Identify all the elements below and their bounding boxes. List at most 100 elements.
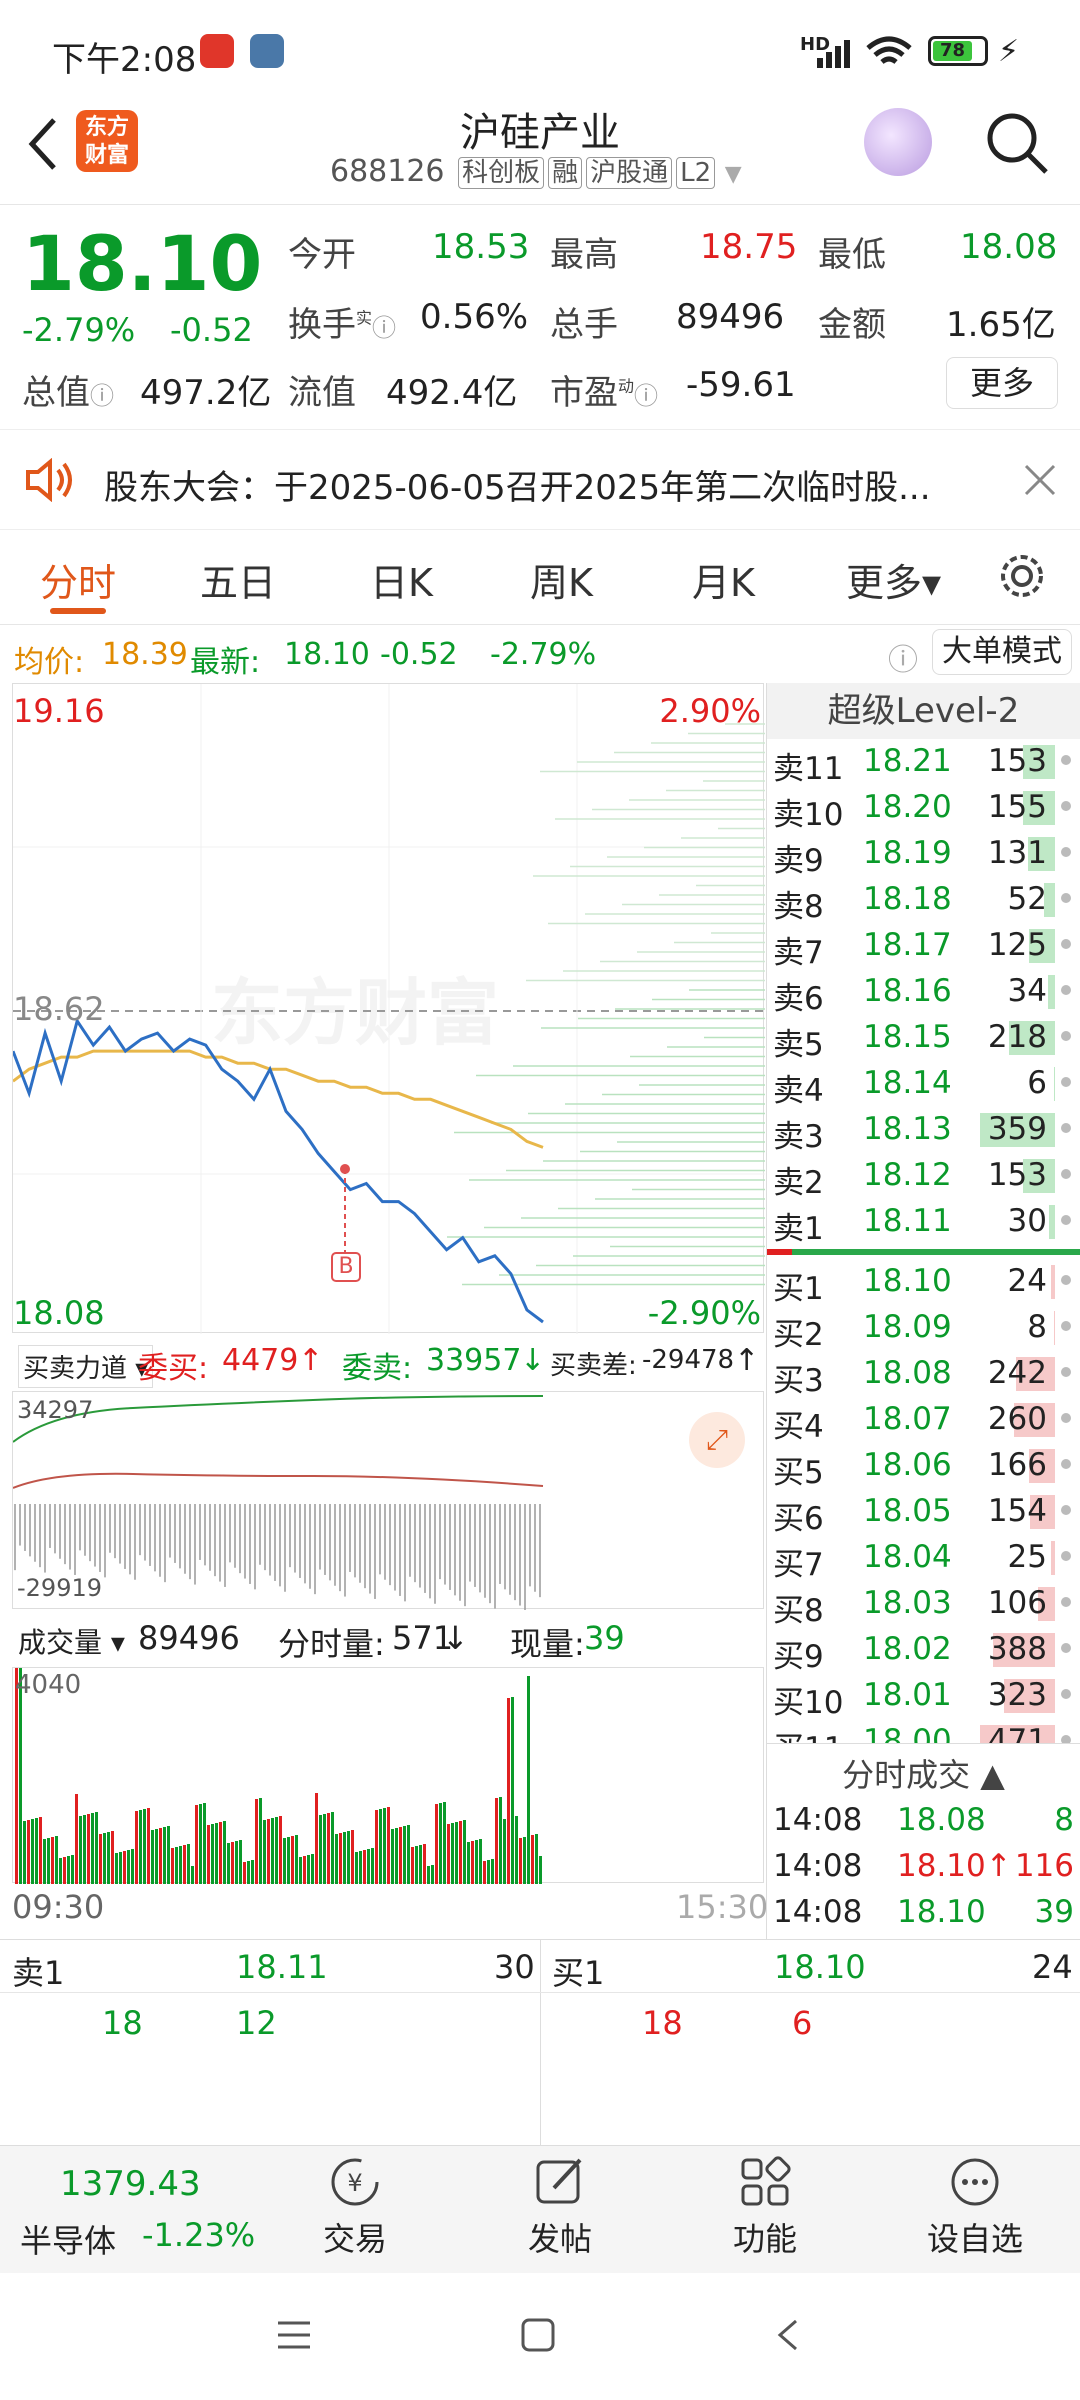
expand-icon[interactable]: ⤢ (689, 1412, 745, 1468)
ask-level-qty: 125 (987, 927, 1047, 963)
bid-level-row[interactable]: 买7 18.04 25 (767, 1535, 1077, 1583)
trade-ticks-title[interactable]: 分时成交 ▲ (767, 1744, 1080, 1796)
ask-level-row[interactable]: 卖7 18.17 125 (767, 923, 1077, 971)
bid-level-row[interactable]: 买5 18.06 166 (767, 1443, 1077, 1491)
volume-bar (23, 1821, 26, 1884)
bid-level-row[interactable]: 买11 18.00 471 (767, 1719, 1077, 1743)
bid-level-row[interactable]: 买9 18.02 388 (767, 1627, 1077, 1675)
volume-bar (375, 1810, 378, 1884)
ask-level-label: 卖3 (773, 1119, 824, 1155)
change-pct: -2.79% (22, 311, 136, 349)
ask-level-row[interactable]: 卖3 18.13 359 (767, 1107, 1077, 1155)
volume-chart[interactable]: 4040 (12, 1649, 764, 1884)
notice-bar[interactable]: 股东大会：于2025-06-05召开2025年第二次临时股... (0, 430, 1080, 530)
trade-row: 14:08 18.08 8 (767, 1796, 1080, 1842)
volume-bar (83, 1815, 86, 1884)
buy-marker-badge[interactable]: B (331, 1252, 361, 1282)
ask-level-row[interactable]: 卖8 18.18 52 (767, 877, 1077, 925)
settings-gear-icon[interactable] (996, 550, 1048, 602)
bid-level-row[interactable]: 买6 18.05 154 (767, 1489, 1077, 1537)
volume-bar (171, 1848, 174, 1884)
price-line-chart (13, 684, 765, 1334)
more-button[interactable]: 更多 (946, 357, 1058, 409)
bid-depth-bar (1051, 1265, 1055, 1299)
volume-bar (331, 1812, 334, 1884)
trade-button[interactable]: ¥ 交易 (300, 2154, 410, 2260)
volume-label: 总手 (550, 305, 618, 345)
back-nav-icon[interactable] (772, 2317, 802, 2353)
bid-level-label: 买2 (773, 1317, 824, 1353)
volume-bar (487, 1860, 490, 1884)
volume-bar (431, 1865, 434, 1884)
dropdown-icon[interactable]: ▼ (725, 162, 742, 187)
bid-level-row[interactable]: 买3 18.08 242 (767, 1351, 1077, 1399)
ask-volume-line (12, 1472, 544, 1489)
speaker-icon (26, 458, 72, 502)
level-dot-icon (1061, 1459, 1071, 1469)
volume-dropdown[interactable]: 成交量 ▾ (18, 1621, 125, 1661)
bid-level-price: 18.07 (863, 1401, 952, 1437)
bid-level-label: 买1 (773, 1271, 824, 1307)
volume-bar (191, 1866, 194, 1884)
bid-level-qty: 260 (987, 1401, 1047, 1437)
help-icon[interactable]: ⓘ (888, 635, 918, 679)
queue-sell-qty: 30 (494, 1948, 535, 1986)
volume-bar (363, 1850, 366, 1884)
volume-bar (207, 1825, 210, 1884)
avatar[interactable] (864, 108, 932, 176)
top-nav: 东方 财富 沪硅产业 688126 科创板融沪股通 L2 ▼ (0, 100, 1080, 205)
ask-level-price: 18.17 (863, 927, 952, 963)
volume-bar (139, 1810, 142, 1884)
battery-icon: 78 (928, 36, 988, 66)
home-icon[interactable] (520, 2317, 556, 2353)
low-value: 18.08 (960, 227, 1058, 267)
volume-bar (511, 1697, 514, 1884)
ask-level-row[interactable]: 卖5 18.15 218 (767, 1015, 1077, 1063)
flow-chart[interactable]: 34297 -29919 ⤢ (12, 1391, 764, 1611)
ask-level-row[interactable]: 卖10 18.20 155 (767, 785, 1077, 833)
big-order-mode-button[interactable]: 大单模式 (932, 629, 1072, 675)
ask-level-price: 18.16 (863, 973, 952, 1009)
ask-level-row[interactable]: 卖1 18.11 30 (767, 1199, 1077, 1247)
stock-code: 688126 (330, 154, 445, 189)
search-icon[interactable] (982, 108, 1052, 178)
flow-dropdown[interactable]: 买卖力道 ▾ (18, 1345, 154, 1388)
intraday-chart[interactable]: 东方财富 19.16 18.62 18.08 2.90% -2.90% B (12, 683, 765, 1334)
ask-level-row[interactable]: 卖11 18.21 153 (767, 739, 1077, 787)
index-value[interactable]: 1379.43 (60, 2164, 201, 2204)
tab-more[interactable]: 更多▾ (846, 552, 941, 607)
bid-level-row[interactable]: 买1 18.10 24 (767, 1259, 1077, 1307)
add-watchlist-button[interactable]: 设自选 (910, 2154, 1040, 2260)
ask-level-label: 卖1 (773, 1211, 824, 1247)
ask-level-qty: 52 (1007, 881, 1047, 917)
ask-level-row[interactable]: 卖2 18.12 153 (767, 1153, 1077, 1201)
tab-weekly-k[interactable]: 周K (530, 552, 593, 607)
volume-bar (35, 1818, 38, 1884)
function-button[interactable]: 功能 (710, 2154, 820, 2260)
volume-bar (451, 1823, 454, 1884)
tab-intraday[interactable]: 分时 (40, 552, 116, 607)
index-name[interactable]: 半导体 (20, 2216, 116, 2262)
bid-level-row[interactable]: 买2 18.09 8 (767, 1305, 1077, 1353)
level-dot-icon (1061, 755, 1071, 765)
menu-icon[interactable] (276, 2319, 312, 2351)
close-icon[interactable] (1022, 462, 1058, 498)
post-button[interactable]: 发帖 (505, 2154, 615, 2260)
volume-bar (419, 1845, 422, 1884)
volume-bar (347, 1831, 350, 1884)
tab-daily-k[interactable]: 日K (370, 552, 433, 607)
volume-bar (355, 1852, 358, 1884)
ask-level-row[interactable]: 卖9 18.19 131 (767, 831, 1077, 879)
bid-level-row[interactable]: 买8 18.03 106 (767, 1581, 1077, 1629)
tab-monthly-k[interactable]: 月K (692, 552, 755, 607)
bid-level-row[interactable]: 买4 18.07 260 (767, 1397, 1077, 1445)
ask-level-row[interactable]: 卖6 18.16 34 (767, 969, 1077, 1017)
level-dot-icon (1061, 1735, 1071, 1743)
info-bar: 均价: 18.39 最新: 18.10 -0.52 -2.79% ⓘ 大单模式 (0, 625, 1080, 683)
volume-bar (307, 1855, 310, 1884)
ask-level-row[interactable]: 卖4 18.14 6 (767, 1061, 1077, 1109)
bid-level-row[interactable]: 买10 18.01 323 (767, 1673, 1077, 1721)
bid-level-qty: 388 (987, 1631, 1047, 1667)
tab-5day[interactable]: 五日 (200, 552, 276, 607)
volume-bar (231, 1842, 234, 1884)
